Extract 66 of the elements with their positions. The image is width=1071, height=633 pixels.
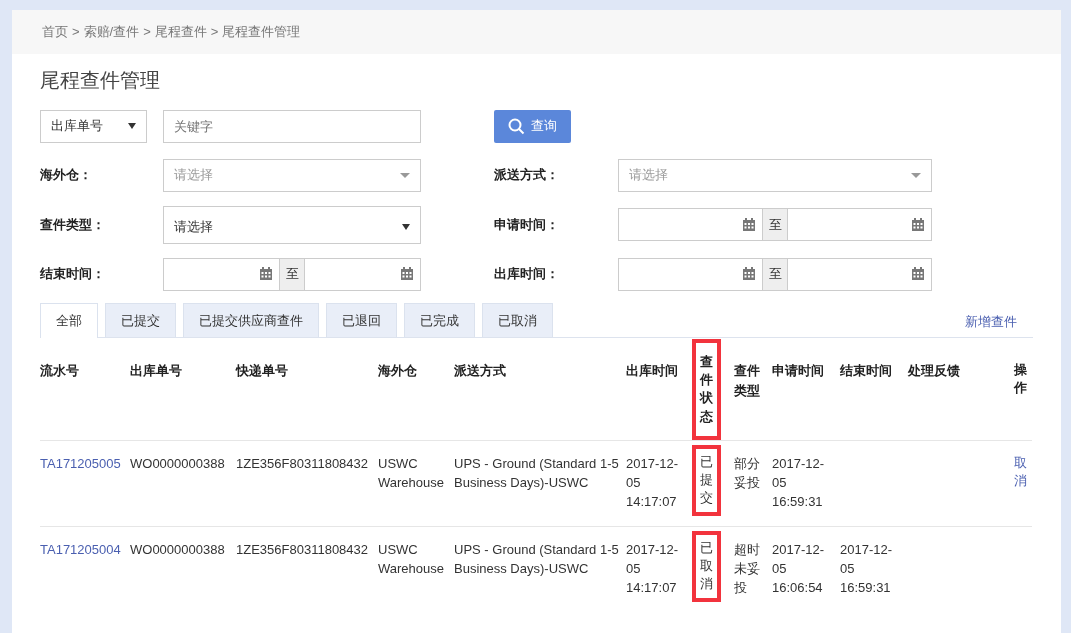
serial-link[interactable]: TA171205005	[40, 456, 121, 472]
table-cell: 已取消	[700, 539, 713, 594]
column-header: 申请时间	[772, 363, 824, 378]
table-cell-text: 2017-12-05 16:59:31	[772, 455, 826, 512]
breadcrumb-separator: >	[210, 24, 219, 39]
column-header: 操作	[1014, 361, 1027, 398]
table-cell: UPS - Ground (Standard 1-5 Business Days)-USWC	[454, 542, 619, 577]
caret-icon	[402, 223, 410, 230]
table-cell-text: 2017-12-05 14:17:07	[626, 455, 680, 512]
filter-label: 结束时间：	[40, 265, 106, 284]
table-cell-text: 超时未妥投	[734, 541, 760, 598]
cancel-link[interactable]: 取消	[1014, 454, 1027, 491]
column-header: 快递单号	[236, 363, 288, 378]
column-header: 查件状态	[700, 353, 713, 426]
filter-label: 申请时间：	[494, 215, 560, 234]
column-header: 出库单号	[130, 363, 182, 378]
breadcrumb-item[interactable]: 首页	[42, 24, 68, 39]
tab[interactable]: 已取消	[482, 302, 553, 337]
column-header: 海外仓	[378, 363, 417, 378]
page-title: 尾程查件管理	[40, 67, 161, 92]
filter-label: 查件类型：	[40, 215, 106, 234]
column-header: 处理反馈	[908, 363, 960, 378]
search-button[interactable]: 查询	[494, 109, 571, 143]
column-header: 查件类型	[734, 362, 760, 400]
caret-icon	[128, 123, 136, 129]
table-cell-text: 部分妥投	[734, 455, 760, 493]
field-select[interactable]: 出库单号	[40, 109, 147, 143]
breadcrumb-separator: >	[72, 24, 80, 39]
dropdown[interactable]: 请选择	[163, 205, 421, 244]
column-header: 派送方式	[454, 363, 506, 378]
table-cell-text: 2017-12-05 14:17:07	[626, 541, 680, 598]
table-cell: 1ZE356F80311808432	[236, 456, 369, 472]
tab[interactable]: 已提交	[105, 302, 176, 337]
breadcrumb-item[interactable]: 索赔/查件	[83, 24, 140, 39]
select-value: 出库单号	[51, 117, 103, 136]
tab[interactable]: 已退回	[326, 302, 397, 337]
table-cell: WO0000000388	[130, 542, 225, 558]
table-cell: USWC Warehouse	[378, 456, 444, 491]
placeholder-text: 请选择	[174, 166, 213, 185]
column-header: 流水号	[40, 363, 79, 378]
caret-icon	[911, 172, 921, 178]
placeholder-text: 请选择	[629, 166, 668, 185]
caret-icon	[400, 172, 410, 178]
serial-link[interactable]: TA171205004	[40, 542, 121, 558]
filter-label: 海外仓：	[40, 166, 93, 185]
tab[interactable]: 已完成	[404, 302, 475, 337]
table-cell: UPS - Ground (Standard 1-5 Business Days)-USWC	[454, 456, 619, 491]
filter-label: 出库时间：	[494, 265, 560, 284]
search-icon	[508, 117, 525, 135]
table-cell: 1ZE356F80311808432	[236, 542, 369, 558]
table-cell-text: 2017-12-05 16:06:54	[772, 541, 826, 598]
new-query-link[interactable]: 新增查件	[965, 311, 1017, 331]
keyword-input[interactable]: 关键字	[163, 109, 421, 143]
breadcrumb-separator: >	[143, 24, 151, 39]
table-cell-text: 2017-12-05 16:59:31	[840, 541, 894, 598]
select-value: 请选择	[174, 217, 213, 236]
column-header: 出库时间	[626, 363, 678, 378]
filter-label: 派送方式：	[494, 166, 560, 185]
table-cell: WO0000000388	[130, 456, 225, 472]
breadcrumb-item: 尾程查件管理	[222, 24, 301, 39]
tab[interactable]: 已提交供应商查件	[183, 302, 319, 337]
breadcrumb-item[interactable]: 尾程查件	[154, 24, 207, 39]
table-cell: USWC Warehouse	[378, 542, 444, 577]
column-header: 结束时间	[840, 363, 892, 378]
tab[interactable]: 全部	[40, 302, 98, 338]
table-cell: 已提交	[700, 453, 713, 508]
